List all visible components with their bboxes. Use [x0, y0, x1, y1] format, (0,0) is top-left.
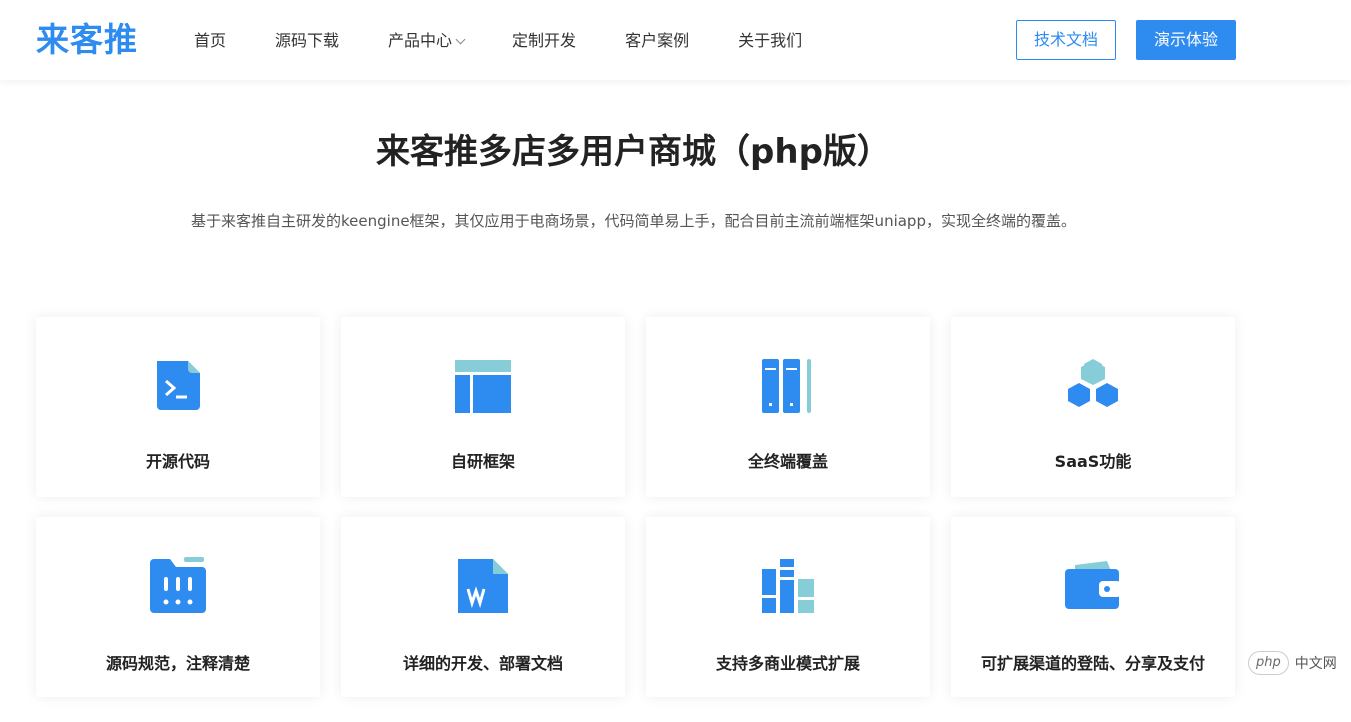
- nav-about[interactable]: 关于我们: [738, 29, 802, 53]
- feature-label: 源码规范，注释清楚: [105, 654, 250, 673]
- wallet-icon: [1065, 561, 1121, 609]
- chevron-down-icon: [455, 34, 466, 44]
- feature-label: 全终端覆盖: [747, 452, 828, 471]
- word-doc-icon: [458, 559, 508, 613]
- watermark-text: 中文网: [1294, 656, 1337, 672]
- watermark-logo: php: [1248, 651, 1289, 675]
- feature-card-all-devices: 全终端覆盖: [646, 317, 930, 497]
- site-header: 来客推 首页 源码下载 产品中心 定制开发 客户案例 关于我们 技术文档 演示体…: [0, 0, 1351, 80]
- books-icon: [762, 559, 814, 613]
- hexagons-icon: [1068, 359, 1118, 407]
- tech-docs-button[interactable]: 技术文档: [1016, 20, 1116, 60]
- nav-custom-dev[interactable]: 定制开发: [512, 29, 576, 53]
- devices-icon: [762, 359, 811, 413]
- watermark: php 中文网: [1248, 650, 1337, 676]
- folder-dots-icon: [150, 557, 206, 613]
- logo[interactable]: 来客推: [36, 20, 138, 60]
- feature-label: 详细的开发、部署文档: [402, 654, 563, 673]
- feature-card-docs: 详细的开发、部署文档: [341, 517, 625, 697]
- nav-home[interactable]: 首页: [194, 29, 226, 53]
- feature-card-saas: SaaS功能: [951, 317, 1235, 497]
- feature-label: 开源代码: [145, 452, 210, 471]
- nav-products-label: 产品中心: [388, 31, 453, 50]
- nav-source-download[interactable]: 源码下载: [275, 29, 339, 53]
- feature-label: 支持多商业模式扩展: [715, 654, 860, 673]
- feature-card-code-standard: 源码规范，注释清楚: [36, 517, 320, 697]
- feature-card-open-source: 开源代码: [36, 317, 320, 497]
- nav-products[interactable]: 产品中心: [388, 29, 466, 53]
- feature-label: SaaS功能: [1054, 452, 1132, 471]
- main-nav: 首页 源码下载 产品中心 定制开发 客户案例 关于我们: [194, 29, 802, 53]
- page-title: 来客推多店多用户商城（php版）: [376, 132, 891, 172]
- feature-label: 可扩展渠道的登陆、分享及支付: [980, 654, 1205, 673]
- layout-icon: [455, 360, 511, 413]
- page-subtitle: 基于来客推自主研发的keengine框架，其仅应用于电商场景，代码简单易上手，配…: [191, 212, 1076, 230]
- demo-button[interactable]: 演示体验: [1136, 20, 1236, 60]
- code-file-icon: [157, 361, 200, 410]
- feature-card-business-models: 支持多商业模式扩展: [646, 517, 930, 697]
- feature-label: 自研框架: [450, 452, 515, 471]
- nav-cases[interactable]: 客户案例: [625, 29, 689, 53]
- feature-card-framework: 自研框架: [341, 317, 625, 497]
- feature-card-channels: 可扩展渠道的登陆、分享及支付: [951, 517, 1235, 697]
